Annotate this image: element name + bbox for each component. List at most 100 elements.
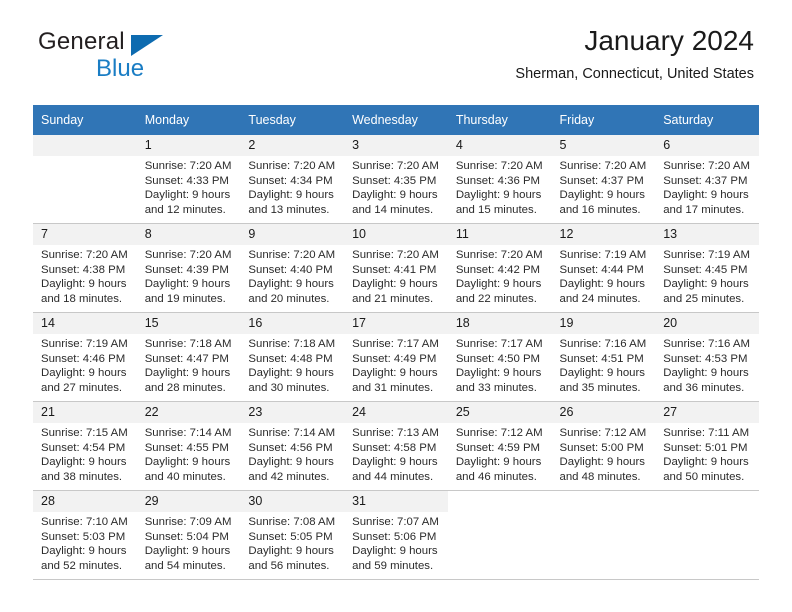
sunset-text: Sunset: 4:38 PM [41,263,126,276]
sunset-text: Sunset: 4:37 PM [559,174,644,187]
calendar-day-cell[interactable]: 16 Sunrise: 7:18 AM Sunset: 4:48 PM Dayligh… [240,312,345,402]
daylight-text-line2: and 15 minutes. [455,203,537,216]
calendar-day-cell[interactable]: 21 Sunrise: 7:15 AM Sunset: 4:54 PM Dayligh… [33,401,137,491]
calendar-day-cell[interactable]: 20 Sunrise: 7:16 AM Sunset: 4:53 PM Dayligh… [655,312,759,402]
sunset-text: Sunset: 4:45 PM [663,263,748,276]
day-number: 14 [33,313,137,334]
day-details: Sunrise: 7:19 AM Sunset: 4:45 PM Daylight:… [655,245,759,306]
calendar-day-cell[interactable]: 5 Sunrise: 7:20 AM Sunset: 4:37 PM Daylight… [551,135,656,224]
daylight-text-line1: Daylight: 9 hours [352,367,438,380]
daylight-text-line2: and 17 minutes. [663,203,745,216]
day-details: Sunrise: 7:14 AM Sunset: 4:56 PM Daylight:… [240,423,344,484]
daylight-text-line1: Daylight: 9 hours [455,278,542,291]
day-details: Sunrise: 7:20 AM Sunset: 4:41 PM Daylight:… [344,245,448,306]
calendar-day-cell[interactable]: 8 Sunrise: 7:20 AM Sunset: 4:39 PM Daylight… [136,223,241,313]
sunrise-text: Sunrise: 7:19 AM [559,249,647,261]
day-details: Sunrise: 7:20 AM Sunset: 4:37 PM Daylight:… [655,156,759,217]
sunrise-text: Sunrise: 7:20 AM [41,249,128,261]
day-details: Sunrise: 7:20 AM Sunset: 4:42 PM Daylight:… [448,245,552,306]
day-details: Sunrise: 7:10 AM Sunset: 5:03 PM Daylight:… [33,512,137,573]
daylight-text-line2: and 33 minutes. [455,381,537,394]
sunset-text: Sunset: 4:58 PM [352,441,437,454]
title-block: January 2024 Sherman, Connecticut, Unite… [515,24,754,84]
daylight-text-line2: and 38 minutes. [41,470,123,483]
day-number: 19 [551,313,656,334]
calendar-day-cell[interactable]: 28 Sunrise: 7:10 AM Sunset: 5:03 PM Dayligh… [33,490,137,580]
calendar-day-cell[interactable]: 7 Sunrise: 7:20 AM Sunset: 4:38 PM Daylight… [33,223,137,313]
daylight-text-line2: and 36 minutes. [663,381,745,394]
daylight-text-line2: and 16 minutes. [559,203,641,216]
day-number: 10 [344,224,448,245]
day-details: Sunrise: 7:20 AM Sunset: 4:37 PM Daylight:… [552,156,656,217]
calendar-week-row: 14 Sunrise: 7:19 AM Sunset: 4:46 PM Dayligh… [33,312,759,402]
daylight-text-line2: and 12 minutes. [144,203,226,216]
daylight-text-line2: and 30 minutes. [248,381,330,394]
sunset-text: Sunset: 4:59 PM [455,441,541,454]
sunrise-text: Sunrise: 7:18 AM [248,338,336,350]
daylight-text-line2: and 24 minutes. [559,292,641,305]
calendar-day-cell[interactable]: 15 Sunrise: 7:18 AM Sunset: 4:47 PM Dayligh… [136,312,241,402]
calendar-day-cell[interactable]: 31 Sunrise: 7:07 AM Sunset: 5:06 PM Dayligh… [344,490,448,580]
calendar-day-cell[interactable]: 27 Sunrise: 7:11 AM Sunset: 5:01 PM Dayligh… [655,401,759,491]
calendar-day-cell[interactable]: 14 Sunrise: 7:19 AM Sunset: 4:46 PM Dayligh… [33,312,137,402]
sunset-text: Sunset: 5:03 PM [41,530,126,543]
calendar-week-row: 7 Sunrise: 7:20 AM Sunset: 4:38 PM Daylight… [33,223,759,313]
logo-word-blue: Blue [96,55,145,82]
calendar-day-cell[interactable]: 11 Sunrise: 7:20 AM Sunset: 4:42 PM Dayligh… [447,223,552,313]
calendar-day-cell[interactable]: 24 Sunrise: 7:13 AM Sunset: 4:58 PM Dayligh… [344,401,448,491]
sunrise-text: Sunrise: 7:16 AM [663,338,750,350]
calendar-day-cell[interactable]: 26 Sunrise: 7:12 AM Sunset: 5:00 PM Dayligh… [551,401,656,491]
sunset-text: Sunset: 4:47 PM [144,352,229,365]
day-details: Sunrise: 7:20 AM Sunset: 4:40 PM Daylight:… [240,245,344,306]
weekday-header-wednesday: Wednesday [344,105,448,135]
daylight-text-line1: Daylight: 9 hours [559,456,645,469]
weekday-header-tuesday: Tuesday [240,105,345,135]
day-details: Sunrise: 7:18 AM Sunset: 4:47 PM Daylight:… [137,334,241,395]
calendar-day-cell[interactable]: 1 Sunrise: 7:20 AM Sunset: 4:33 PM Daylight… [136,135,241,224]
sunrise-text: Sunrise: 7:20 AM [352,249,439,261]
weekday-header-thursday: Thursday [447,105,552,135]
sunset-text: Sunset: 5:01 PM [663,441,748,454]
daylight-text-line2: and 54 minutes. [144,559,226,572]
day-details: Sunrise: 7:20 AM Sunset: 4:36 PM Daylight:… [448,156,552,217]
calendar-day-cell[interactable]: 29 Sunrise: 7:09 AM Sunset: 5:04 PM Dayligh… [136,490,241,580]
daylight-text-line1: Daylight: 9 hours [144,278,231,291]
day-number: 25 [447,402,552,423]
calendar-day-cell[interactable]: 6 Sunrise: 7:20 AM Sunset: 4:37 PM Daylight… [655,135,759,224]
calendar-day-cell[interactable]: 4 Sunrise: 7:20 AM Sunset: 4:36 PM Daylight… [447,135,552,224]
calendar-day-cell[interactable]: 23 Sunrise: 7:14 AM Sunset: 4:56 PM Dayligh… [240,401,345,491]
calendar-day-cell[interactable]: 18 Sunrise: 7:17 AM Sunset: 4:50 PM Dayligh… [447,312,552,402]
calendar-day-cell[interactable]: 19 Sunrise: 7:16 AM Sunset: 4:51 PM Dayligh… [551,312,656,402]
daylight-text-line2: and 50 minutes. [663,470,745,483]
calendar-day-cell[interactable]: 25 Sunrise: 7:12 AM Sunset: 4:59 PM Dayligh… [447,401,552,491]
daylight-text-line1: Daylight: 9 hours [559,189,645,202]
sunrise-text: Sunrise: 7:20 AM [144,249,232,261]
day-details: Sunrise: 7:16 AM Sunset: 4:51 PM Daylight:… [552,334,656,395]
day-number: 26 [551,402,656,423]
sunset-text: Sunset: 4:48 PM [248,352,333,365]
calendar-week-row: 28 Sunrise: 7:10 AM Sunset: 5:03 PM Dayligh… [33,490,759,580]
day-number: 17 [344,313,448,334]
sunset-text: Sunset: 4:33 PM [144,174,229,187]
sunset-text: Sunset: 4:37 PM [663,174,748,187]
calendar-day-cell[interactable]: 13 Sunrise: 7:19 AM Sunset: 4:45 PM Dayligh… [655,223,759,313]
calendar-day-cell[interactable]: 22 Sunrise: 7:14 AM Sunset: 4:55 PM Dayligh… [136,401,241,491]
calendar-day-cell[interactable]: 2 Sunrise: 7:20 AM Sunset: 4:34 PM Daylight… [240,135,345,224]
sunrise-text: Sunrise: 7:16 AM [559,338,647,350]
calendar-day-cell[interactable]: 17 Sunrise: 7:17 AM Sunset: 4:49 PM Dayligh… [344,312,448,402]
calendar-day-cell[interactable]: 9 Sunrise: 7:20 AM Sunset: 4:40 PM Daylight… [240,223,345,313]
sunset-text: Sunset: 4:40 PM [248,263,333,276]
sunset-text: Sunset: 5:00 PM [559,441,644,454]
calendar-day-cell[interactable]: 3 Sunrise: 7:20 AM Sunset: 4:35 PM Daylight… [344,135,448,224]
daylight-text-line1: Daylight: 9 hours [455,189,542,202]
calendar-day-cell[interactable]: 30 Sunrise: 7:08 AM Sunset: 5:05 PM Dayligh… [240,490,345,580]
sunset-text: Sunset: 4:53 PM [663,352,748,365]
day-number: 31 [344,491,448,512]
sunset-text: Sunset: 4:54 PM [41,441,126,454]
calendar-week-row: 1 Sunrise: 7:20 AM Sunset: 4:33 PM Daylight… [33,135,759,224]
day-details: Sunrise: 7:18 AM Sunset: 4:48 PM Daylight:… [240,334,344,395]
calendar-day-cell[interactable]: 10 Sunrise: 7:20 AM Sunset: 4:41 PM Dayligh… [344,223,448,313]
calendar-day-cell[interactable]: 12 Sunrise: 7:19 AM Sunset: 4:44 PM Dayligh… [551,223,656,313]
weekday-header-saturday: Saturday [655,105,759,135]
sunrise-text: Sunrise: 7:17 AM [455,338,543,350]
